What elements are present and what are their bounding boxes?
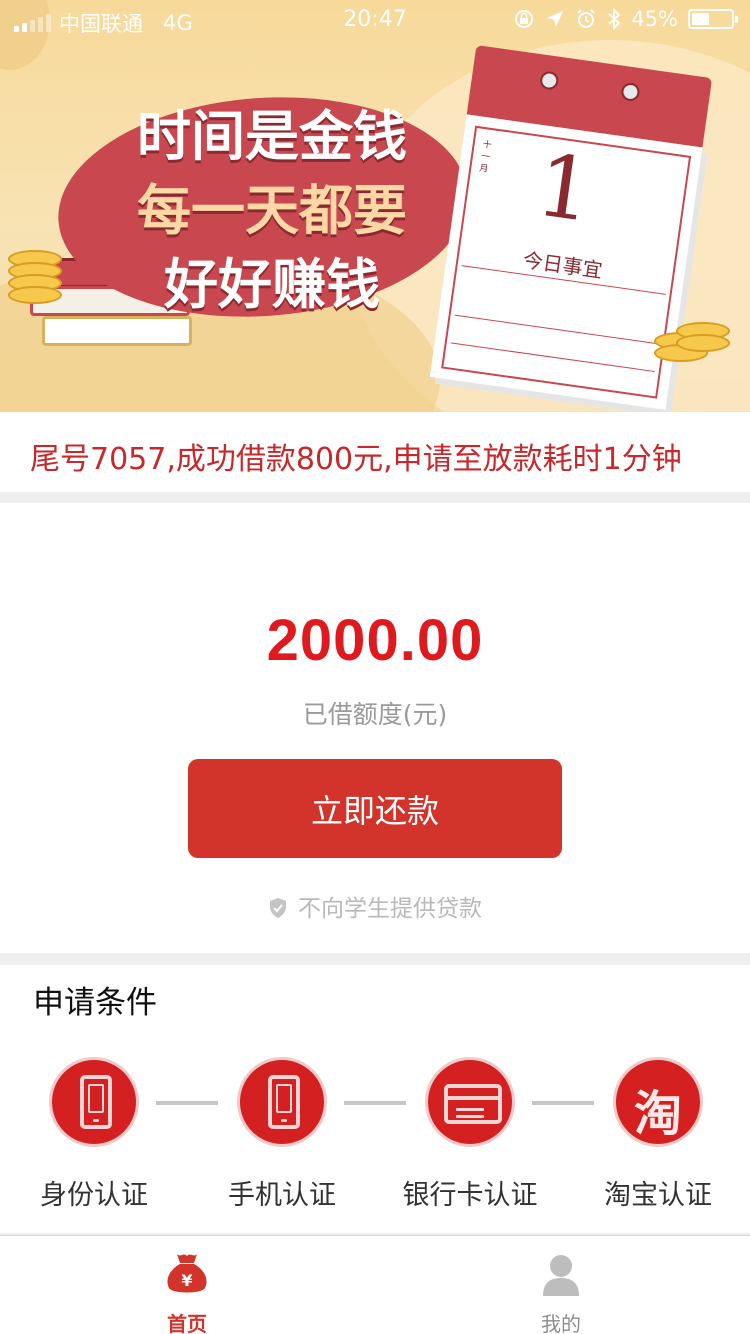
- id-card-icon: [49, 1057, 139, 1147]
- borrowed-amount: 2000.00: [266, 608, 484, 673]
- borrowed-amount-label: 已借额度(元): [302, 700, 448, 729]
- condition-label: 手机认证: [228, 1180, 336, 1211]
- condition-taobao-verification[interactable]: 淘 淘宝认证: [578, 1057, 738, 1212]
- slogan-line: 时间是金钱: [137, 105, 407, 168]
- battery-percent: 45%: [631, 7, 678, 31]
- tab-home[interactable]: ¥ 首页: [112, 1236, 262, 1334]
- rotation-lock-icon: [515, 10, 534, 28]
- condition-bank-card-verification[interactable]: 银行卡认证: [390, 1057, 550, 1212]
- loan-ticker: 尾号7057,成功借款800元,申请至放款耗时1分钟: [0, 412, 750, 492]
- conditions-title: 申请条件: [33, 985, 157, 1021]
- phone-icon: [237, 1057, 327, 1147]
- shield-icon: [270, 898, 286, 918]
- condition-label: 身份认证: [40, 1180, 148, 1211]
- credit-panel: 2000.00 已借额度(元) 立即还款 不向学生提供贷款: [0, 503, 750, 953]
- condition-label: 淘宝认证: [604, 1180, 712, 1211]
- money-bag-icon: ¥: [167, 1254, 207, 1293]
- ticker-text: 尾号7057,成功借款800元,申请至放款耗时1分钟: [30, 442, 682, 477]
- bank-card-icon: [425, 1057, 515, 1147]
- application-conditions: 申请条件 身份认证 手机认证 银行卡认证 淘 淘宝认证: [0, 965, 750, 1233]
- condition-phone-verification[interactable]: 手机认证: [202, 1057, 362, 1212]
- tab-home-label: 首页: [167, 1312, 207, 1334]
- slogan-line: 每一天都要: [137, 179, 407, 242]
- condition-label: 银行卡认证: [402, 1180, 538, 1211]
- tab-mine-label: 我的: [541, 1312, 581, 1334]
- taobao-icon: 淘: [613, 1057, 703, 1147]
- location-icon: [547, 11, 564, 27]
- student-notice-text: 不向学生提供贷款: [298, 896, 482, 922]
- condition-id-verification[interactable]: 身份认证: [14, 1057, 174, 1212]
- status-bar: 中国联通 4G 20:47 45%: [0, 0, 750, 40]
- banner-slogan: 时间是金钱 每一天都要 好好赚钱: [112, 100, 432, 322]
- person-icon: [543, 1255, 579, 1296]
- promo-banner[interactable]: 时间是金钱 每一天都要 好好赚钱 十 一 月 1 今日事宜: [0, 0, 750, 412]
- bluetooth-icon: [608, 8, 621, 30]
- repay-now-button[interactable]: 立即还款: [188, 759, 562, 858]
- slogan-line: 好好赚钱: [164, 253, 380, 316]
- alarm-icon: [577, 9, 596, 28]
- svg-text:¥: ¥: [181, 1271, 192, 1290]
- tab-mine[interactable]: 我的: [486, 1236, 636, 1334]
- tab-bar: ¥ 首页 我的: [0, 1235, 750, 1334]
- student-notice: 不向学生提供贷款: [0, 889, 750, 923]
- battery-icon: [688, 9, 738, 29]
